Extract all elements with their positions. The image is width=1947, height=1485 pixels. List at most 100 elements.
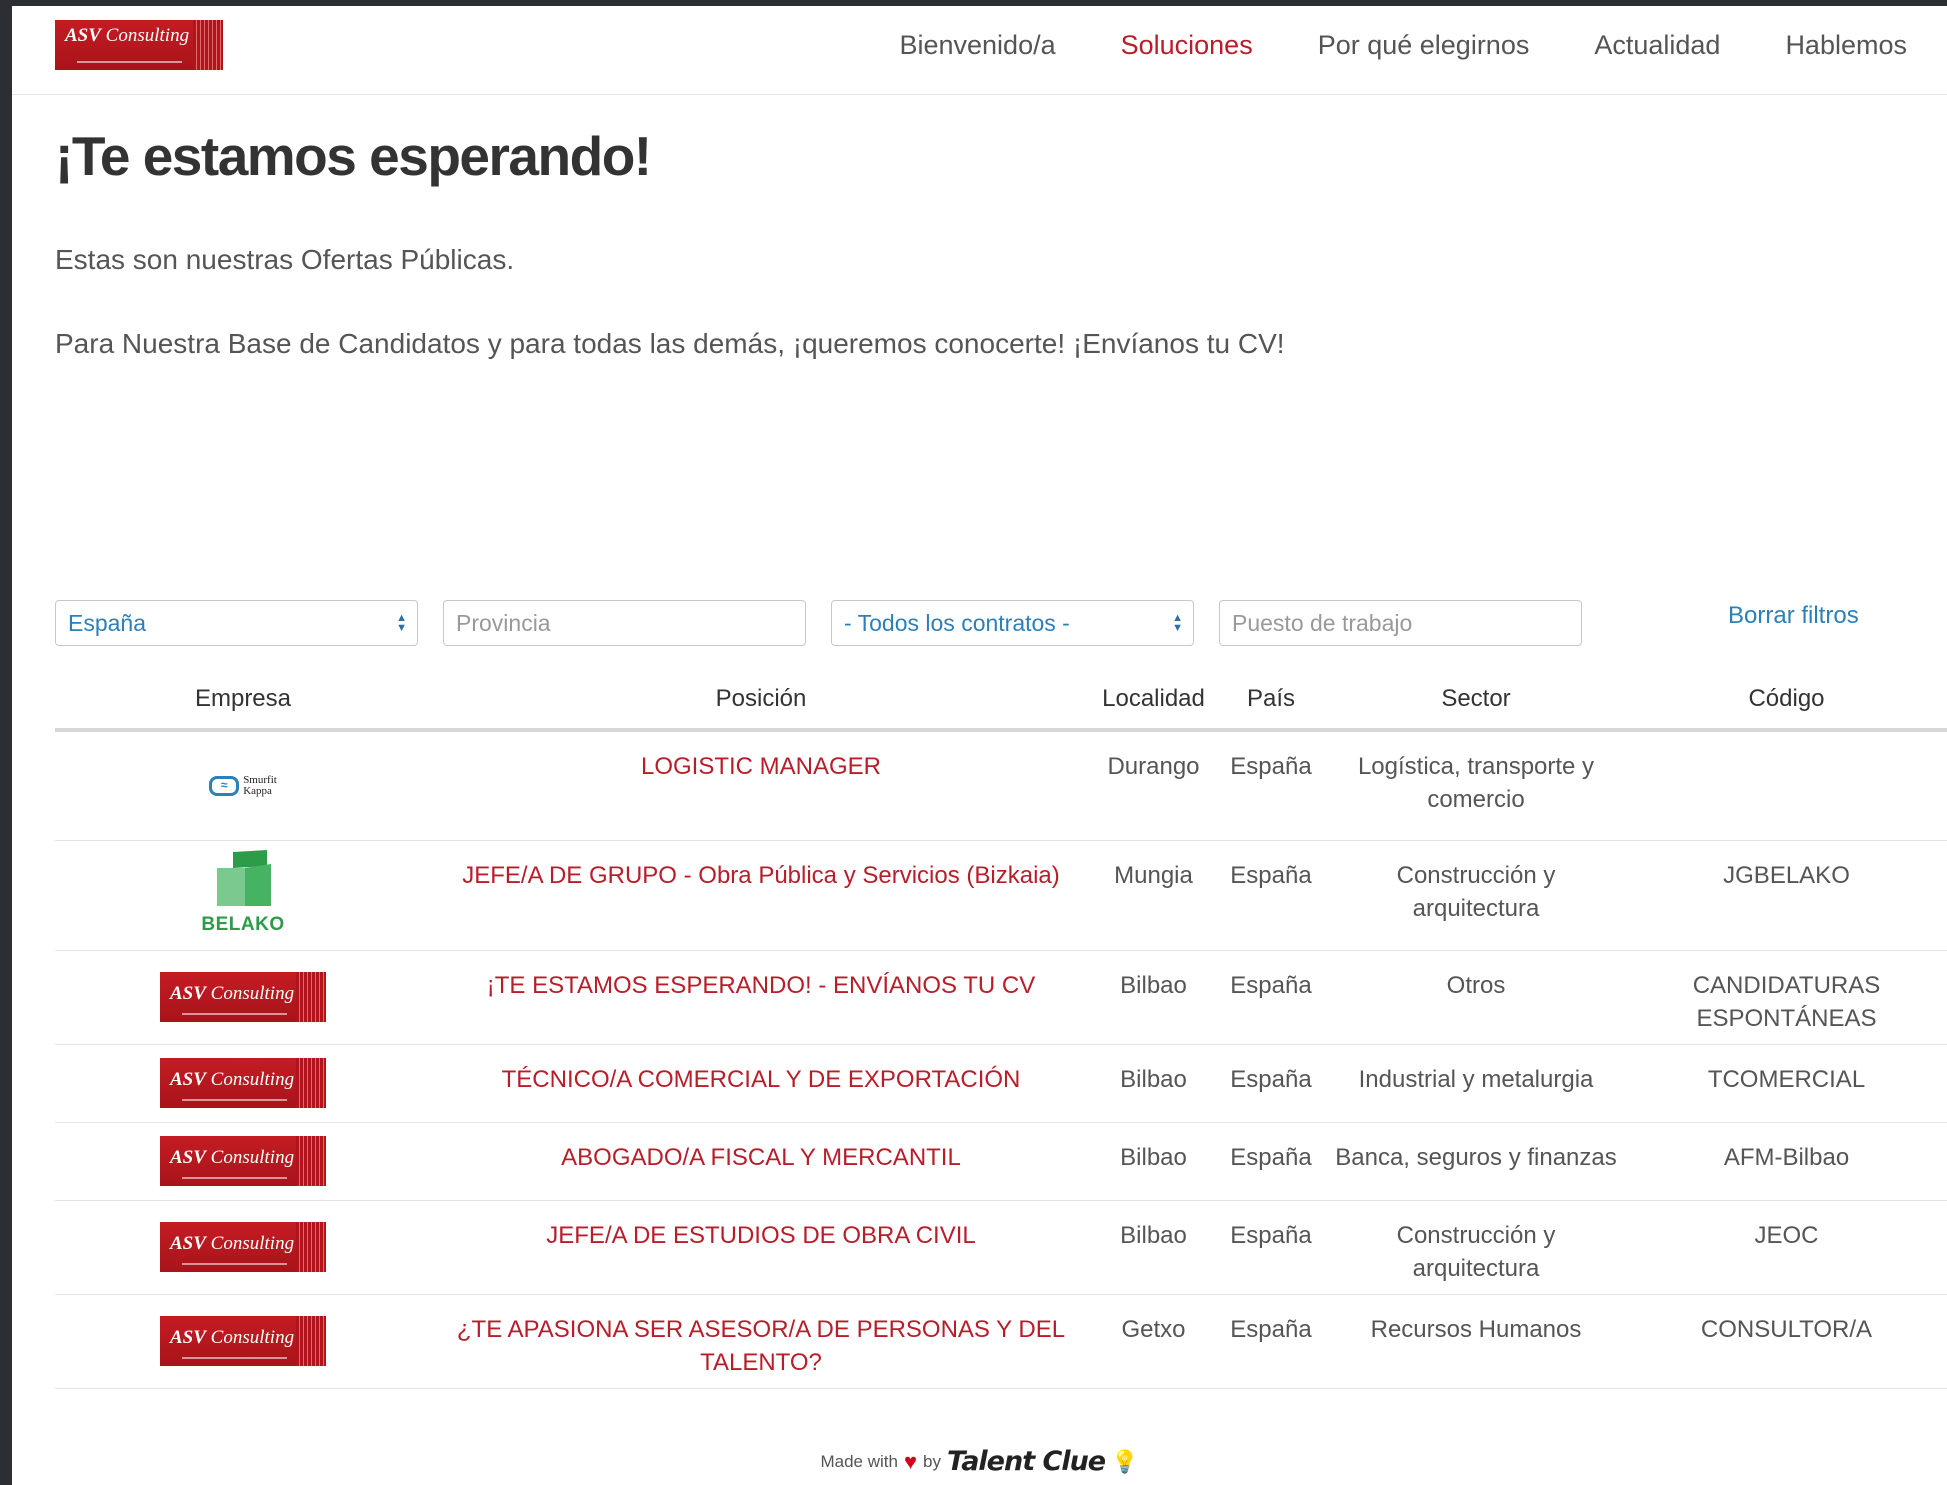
- job-link[interactable]: JEFE/A DE GRUPO - Obra Pública y Servici…: [462, 862, 1060, 889]
- code-cell: CANDIDATURAS ESPONTÁNEAS: [1626, 950, 1947, 1045]
- company-cell: ASV Consulting: [55, 1200, 431, 1295]
- contract-select-value: - Todos los contratos -: [844, 609, 1070, 636]
- header-localidad[interactable]: Localidad: [1091, 670, 1216, 732]
- table-row[interactable]: ASV Consulting ¡TE ESTAMOS ESPERANDO! - …: [55, 950, 1947, 1045]
- locality-cell: Bilbao: [1091, 1200, 1216, 1295]
- intro-text-1: Estas son nuestras Ofertas Públicas.: [55, 244, 515, 275]
- job-link[interactable]: ABOGADO/A FISCAL Y MERCANTIL: [561, 1144, 961, 1171]
- company-cell: ASV Consulting: [55, 1044, 431, 1123]
- position-cell: ABOGADO/A FISCAL Y MERCANTIL: [431, 1122, 1091, 1201]
- sector-cell: Industrial y metalurgia: [1326, 1044, 1626, 1123]
- talent-clue-link[interactable]: Talent Clue: [947, 1446, 1106, 1477]
- asv-consulting-logo: ASV Consulting: [160, 1058, 326, 1108]
- position-cell: TÉCNICO/A COMERCIAL Y DE EXPORTACIÓN: [431, 1044, 1091, 1123]
- table-row[interactable]: ASV Consulting ¿TE APASIONA SER ASESOR/A…: [55, 1294, 1947, 1389]
- sector-cell: Recursos Humanos: [1326, 1294, 1626, 1389]
- made-with-text: Made with: [820, 1451, 898, 1471]
- sector-cell: Logística, transporte y comercio: [1326, 730, 1626, 841]
- nav-soluciones[interactable]: Soluciones: [1121, 28, 1253, 62]
- asv-consulting-logo: ASV Consulting: [160, 1222, 326, 1272]
- table-row[interactable]: ≈ Smurfit Kappa LOGISTIC MANAGER Durango …: [55, 730, 1947, 841]
- code-cell: AFM-Bilbao: [1626, 1122, 1947, 1201]
- nav-actualidad[interactable]: Actualidad: [1594, 28, 1720, 62]
- code-cell: CONSULTOR/A: [1626, 1294, 1947, 1389]
- main-nav: Bienvenido/a Soluciones Por qué elegirno…: [834, 28, 1907, 62]
- header-posicion[interactable]: Posición: [431, 670, 1091, 732]
- code-cell: [1626, 730, 1947, 841]
- nav-hablemos[interactable]: Hablemos: [1785, 28, 1907, 62]
- header-empresa[interactable]: Empresa: [55, 670, 431, 732]
- job-title-input[interactable]: [1219, 600, 1582, 646]
- header-sector[interactable]: Sector: [1326, 670, 1626, 732]
- table-row[interactable]: ASV Consulting ABOGADO/A FISCAL Y MERCAN…: [55, 1122, 1947, 1201]
- locality-cell: Bilbao: [1091, 950, 1216, 1045]
- company-cell: ASV Consulting: [55, 950, 431, 1045]
- position-cell: ¡TE ESTAMOS ESPERANDO! - ENVÍANOS TU CV: [431, 950, 1091, 1045]
- locality-cell: Mungia: [1091, 840, 1216, 951]
- sector-cell: Construcción y arquitectura: [1326, 840, 1626, 951]
- intro-text-2: Para Nuestra Base de Candidatos y para t…: [55, 328, 1285, 359]
- select-arrows-icon: ▲ ▼: [1172, 612, 1183, 634]
- table-row[interactable]: ASV Consulting TÉCNICO/A COMERCIAL Y DE …: [55, 1044, 1947, 1123]
- page-title: ¡Te estamos esperando!: [55, 125, 652, 187]
- company-cell: ASV Consulting: [55, 1294, 431, 1389]
- header-pais[interactable]: País: [1216, 670, 1326, 732]
- code-cell: TCOMERCIAL: [1626, 1044, 1947, 1123]
- contract-select[interactable]: - Todos los contratos - ▲ ▼: [831, 600, 1194, 646]
- smurfit-kappa-logo: ≈ Smurfit Kappa: [55, 774, 431, 797]
- country-cell: España: [1216, 730, 1326, 841]
- company-cell: BELAKO: [55, 840, 431, 951]
- code-cell: JEOC: [1626, 1200, 1947, 1295]
- clear-filters-link[interactable]: Borrar filtros: [1728, 602, 1859, 630]
- position-cell: JEFE/A DE ESTUDIOS DE OBRA CIVIL: [431, 1200, 1091, 1295]
- position-cell: LOGISTIC MANAGER: [431, 730, 1091, 841]
- lightbulb-icon: 💡: [1111, 1448, 1139, 1474]
- sector-cell: Otros: [1326, 950, 1626, 1045]
- table-row[interactable]: BELAKO JEFE/A DE GRUPO - Obra Pública y …: [55, 840, 1947, 951]
- job-link[interactable]: JEFE/A DE ESTUDIOS DE OBRA CIVIL: [546, 1222, 975, 1249]
- job-link[interactable]: ¿TE APASIONA SER ASESOR/A DE PERSONAS Y …: [457, 1316, 1065, 1376]
- province-input[interactable]: [443, 600, 806, 646]
- job-link[interactable]: LOGISTIC MANAGER: [641, 753, 881, 780]
- asv-consulting-logo: ASV Consulting: [160, 1316, 326, 1366]
- nav-bienvenido[interactable]: Bienvenido/a: [899, 28, 1055, 62]
- belako-logo-text: BELAKO: [201, 913, 285, 935]
- country-cell: España: [1216, 1294, 1326, 1389]
- locality-cell: Getxo: [1091, 1294, 1216, 1389]
- company-cell: ASV Consulting: [55, 1122, 431, 1201]
- country-select-value: España: [68, 609, 147, 636]
- position-cell: ¿TE APASIONA SER ASESOR/A DE PERSONAS Y …: [431, 1294, 1091, 1389]
- job-offers-table: Empresa Posición Localidad País Sector C…: [55, 670, 1947, 1389]
- locality-cell: Durango: [1091, 730, 1216, 841]
- country-cell: España: [1216, 840, 1326, 951]
- country-cell: España: [1216, 950, 1326, 1045]
- belako-logo: BELAKO: [55, 849, 431, 941]
- header-codigo[interactable]: Código: [1626, 670, 1947, 732]
- top-navbar: ASV Consulting Bienvenido/a Soluciones P…: [12, 6, 1947, 95]
- locality-cell: Bilbao: [1091, 1122, 1216, 1201]
- select-arrows-icon: ▲ ▼: [396, 612, 407, 634]
- country-cell: España: [1216, 1044, 1326, 1123]
- code-cell: JGBELAKO: [1626, 840, 1947, 951]
- table-row[interactable]: ASV Consulting JEFE/A DE ESTUDIOS DE OBR…: [55, 1200, 1947, 1295]
- asv-consulting-logo: ASV Consulting: [160, 972, 326, 1022]
- position-cell: JEFE/A DE GRUPO - Obra Pública y Servici…: [431, 840, 1091, 951]
- asv-consulting-logo[interactable]: ASV Consulting: [55, 20, 223, 70]
- country-select[interactable]: España ▲ ▼: [55, 600, 418, 646]
- locality-cell: Bilbao: [1091, 1044, 1216, 1123]
- job-link[interactable]: TÉCNICO/A COMERCIAL Y DE EXPORTACIÓN: [502, 1066, 1021, 1093]
- nav-por-que-elegirnos[interactable]: Por qué elegirnos: [1318, 28, 1530, 62]
- page: ASV Consulting Bienvenido/a Soluciones P…: [12, 6, 1947, 1485]
- country-cell: España: [1216, 1200, 1326, 1295]
- company-cell: ≈ Smurfit Kappa: [55, 730, 431, 841]
- belako-cube-icon: [217, 849, 271, 906]
- country-cell: España: [1216, 1122, 1326, 1201]
- sector-cell: Banca, seguros y finanzas: [1326, 1122, 1626, 1201]
- footer: Made with ♥ by Talent Clue 💡: [12, 1446, 1947, 1477]
- job-link[interactable]: ¡TE ESTAMOS ESPERANDO! - ENVÍANOS TU CV: [487, 972, 1036, 999]
- table-header-row: Empresa Posición Localidad País Sector C…: [55, 670, 1947, 732]
- asv-consulting-logo: ASV Consulting: [160, 1136, 326, 1186]
- heart-icon: ♥: [903, 1448, 918, 1474]
- logo-text: ASV Consulting: [65, 25, 190, 46]
- by-text: by: [923, 1451, 941, 1471]
